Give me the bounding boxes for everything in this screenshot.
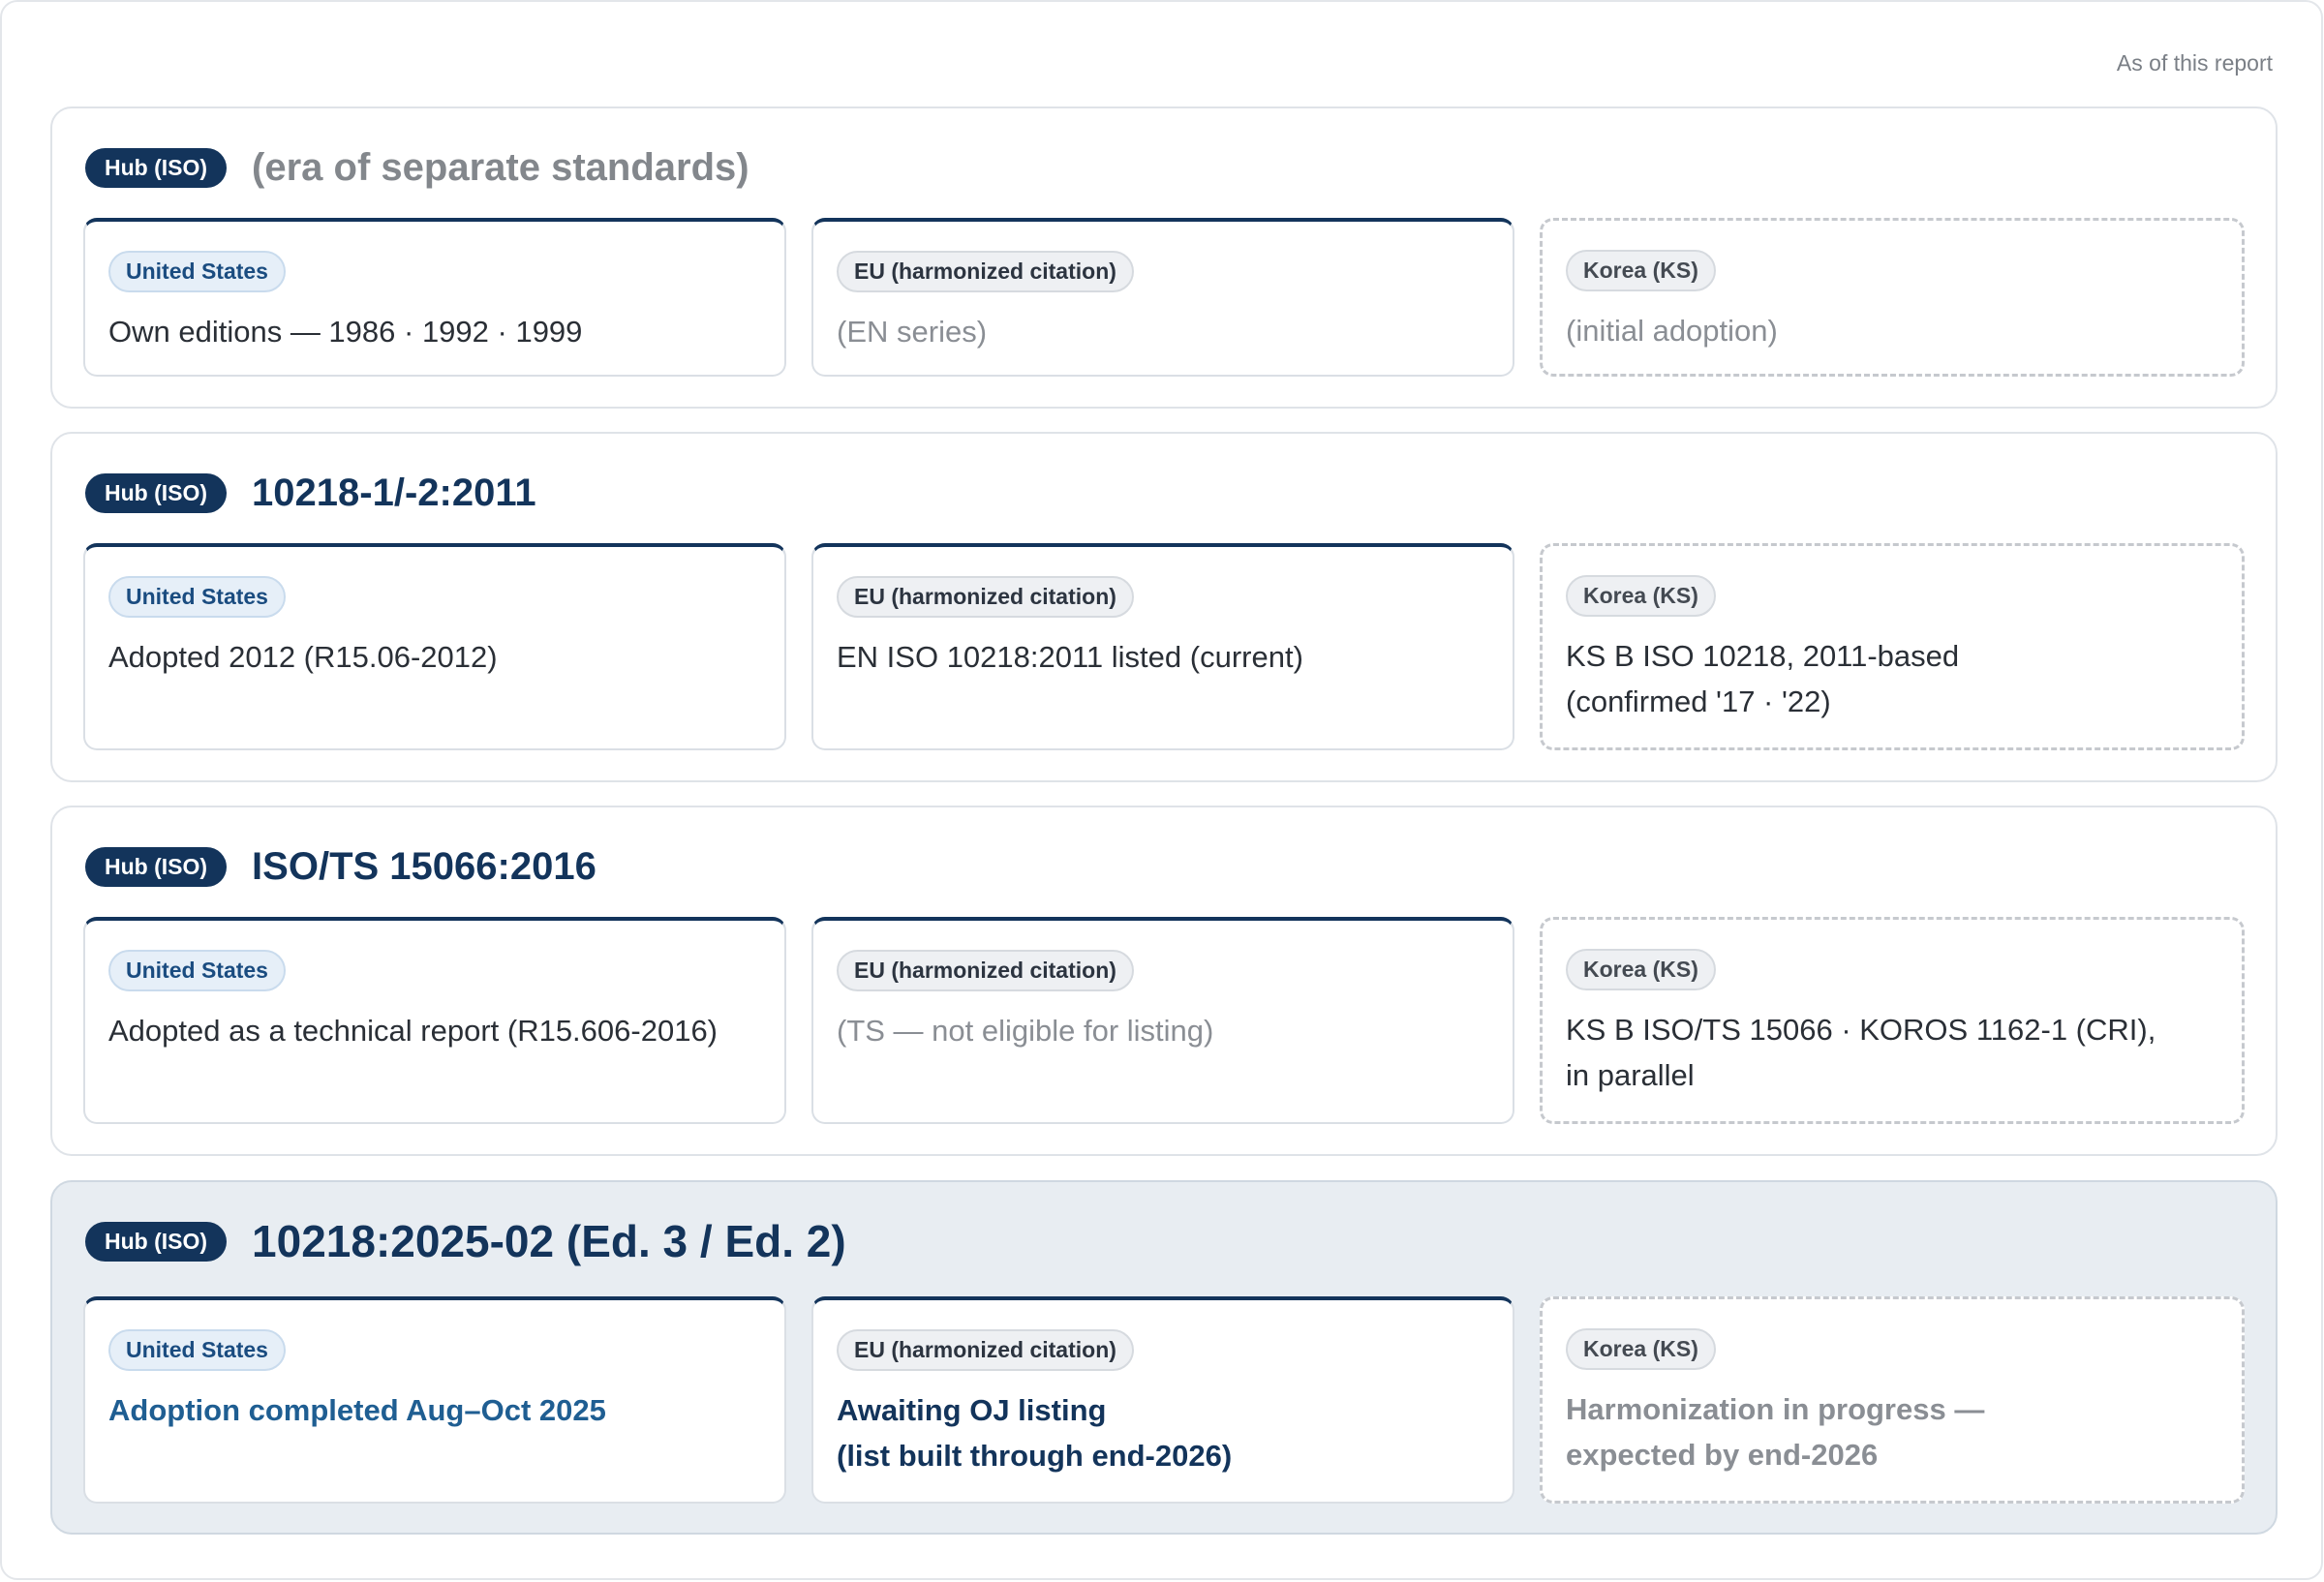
kr-chip: Korea (KS) <box>1566 250 1716 292</box>
eu-chip: EU (harmonized citation) <box>837 950 1134 992</box>
hub-badge: Hub (ISO) <box>85 1221 228 1262</box>
eu-card: EU (harmonized citation) Awaiting OJ lis… <box>811 1296 1514 1504</box>
us-status: Adopted 2012 (R15.06-2012) <box>108 640 498 675</box>
era-header: Hub (ISO) ISO/TS 15066:2016 <box>85 833 596 900</box>
kr-chip: Korea (KS) <box>1566 949 1716 991</box>
us-status: Adopted as a technical report (R15.606-2… <box>108 1014 719 1049</box>
us-status: Adoption completed Aug–Oct 2025 <box>108 1393 606 1428</box>
us-card: United States Adopted as a technical rep… <box>83 917 786 1124</box>
kr-card: Korea (KS) KS B ISO/TS 15066 · KOROS 116… <box>1540 917 2245 1124</box>
hub-badge: Hub (ISO) <box>85 147 228 188</box>
eu-chip: EU (harmonized citation) <box>837 251 1134 293</box>
era-title: (era of separate standards) <box>252 145 749 189</box>
era-title: ISO/TS 15066:2016 <box>252 844 596 888</box>
us-card: United States Adopted 2012 (R15.06-2012) <box>83 543 786 750</box>
hub-badge: Hub (ISO) <box>85 472 228 513</box>
era-row-2025: Hub (ISO) 10218:2025-02 (Ed. 3 / Ed. 2) … <box>50 1180 2278 1535</box>
era-header: Hub (ISO) 10218-1/-2:2011 <box>85 459 536 527</box>
us-chip: United States <box>108 950 286 992</box>
eu-card: EU (harmonized citation) EN ISO 10218:20… <box>811 543 1514 750</box>
era-row-separate-standards: Hub (ISO) (era of separate standards) Un… <box>50 106 2278 409</box>
kr-status: KS B ISO/TS 15066 · KOROS 1162-1 (CRI), … <box>1566 1013 2156 1092</box>
era-cards: United States Adopted 2012 (R15.06-2012)… <box>83 543 2245 750</box>
eu-status: Awaiting OJ listing (list built through … <box>837 1393 1233 1473</box>
kr-status: (initial adoption) <box>1566 314 1778 349</box>
eu-chip: EU (harmonized citation) <box>837 576 1134 619</box>
us-chip: United States <box>108 576 286 619</box>
us-chip: United States <box>108 251 286 293</box>
eu-card: EU (harmonized citation) (EN series) <box>811 218 1514 377</box>
eu-status: EN ISO 10218:2011 listed (current) <box>837 640 1303 675</box>
as-of-note: As of this report <box>2116 50 2273 76</box>
us-card: United States Own editions — 1986 · 1992… <box>83 218 786 377</box>
kr-chip: Korea (KS) <box>1566 575 1716 618</box>
era-header: Hub (ISO) (era of separate standards) <box>85 134 749 201</box>
kr-card: Korea (KS) (initial adoption) <box>1540 218 2245 377</box>
era-cards: United States Own editions — 1986 · 1992… <box>83 218 2245 377</box>
kr-status: KS B ISO 10218, 2011-based (confirmed '1… <box>1566 639 1960 718</box>
kr-card: Korea (KS) KS B ISO 10218, 2011-based (c… <box>1540 543 2245 750</box>
kr-chip: Korea (KS) <box>1566 1328 1716 1371</box>
us-status: Own editions — 1986 · 1992 · 1999 <box>108 315 583 350</box>
eu-status: (EN series) <box>837 315 988 350</box>
hub-badge: Hub (ISO) <box>85 846 228 887</box>
kr-card: Korea (KS) Harmonization in progress — e… <box>1540 1296 2245 1504</box>
report-frame: As of this report Hub (ISO) (era of sepa… <box>0 0 2323 1580</box>
era-row-ts15066: Hub (ISO) ISO/TS 15066:2016 United State… <box>50 806 2278 1156</box>
eu-chip: EU (harmonized citation) <box>837 1329 1134 1372</box>
kr-status: Harmonization in progress — expected by … <box>1566 1392 1985 1472</box>
era-cards: United States Adopted as a technical rep… <box>83 917 2245 1124</box>
era-title: 10218-1/-2:2011 <box>252 471 536 514</box>
eu-card: EU (harmonized citation) (TS — not eligi… <box>811 917 1514 1124</box>
eu-status: (TS — not eligible for listing) <box>837 1014 1214 1049</box>
era-title: 10218:2025-02 (Ed. 3 / Ed. 2) <box>252 1216 846 1266</box>
us-card: United States Adoption completed Aug–Oct… <box>83 1296 786 1504</box>
era-cards: United States Adoption completed Aug–Oct… <box>83 1296 2245 1504</box>
us-chip: United States <box>108 1329 286 1372</box>
era-header: Hub (ISO) 10218:2025-02 (Ed. 3 / Ed. 2) <box>85 1207 846 1275</box>
era-row-2011: Hub (ISO) 10218-1/-2:2011 United States … <box>50 432 2278 782</box>
